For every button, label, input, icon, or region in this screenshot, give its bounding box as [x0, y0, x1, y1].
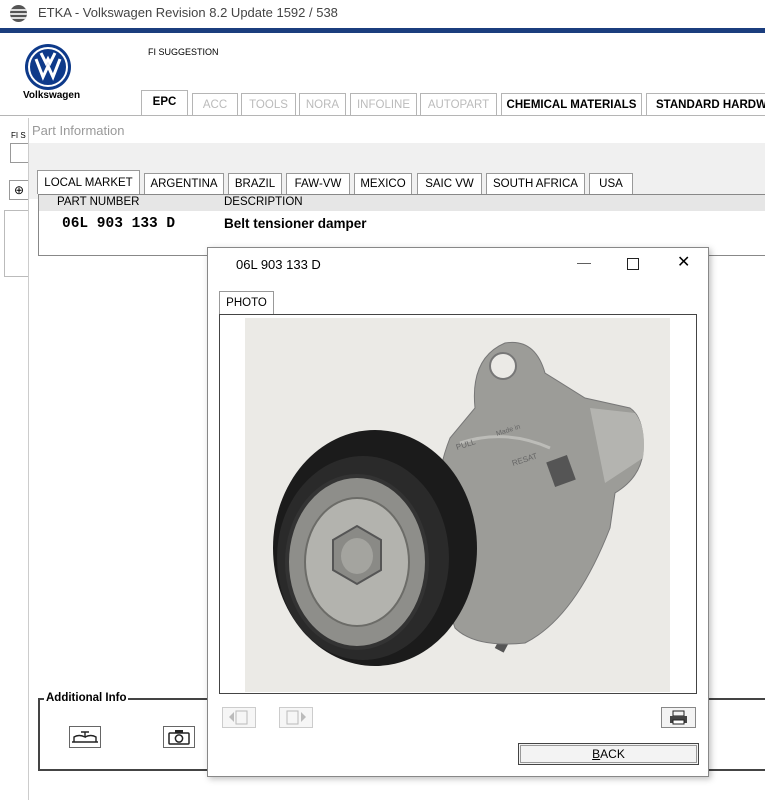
brand-label: Volkswagen	[23, 90, 81, 101]
tab-faw-vw[interactable]: FAW-VW	[286, 173, 350, 194]
print-button[interactable]	[661, 707, 696, 728]
tab-mexico[interactable]: MEXICO	[354, 173, 412, 194]
back-accelerator-letter: B	[592, 747, 601, 761]
description-cell[interactable]: Belt tensioner damper	[224, 216, 367, 231]
tab-standard-hardware[interactable]: STANDARD HARDWAR	[646, 93, 765, 115]
maximize-icon[interactable]	[627, 258, 639, 270]
part-photo: PULL Made in RESAT	[245, 318, 670, 692]
tab-usa[interactable]: USA	[589, 173, 633, 194]
tab-divider	[0, 115, 765, 116]
dialog-title: 06L 903 133 D	[236, 257, 321, 272]
minimize-icon[interactable]: —	[577, 254, 591, 270]
column-header-description[interactable]: DESCRIPTION	[224, 196, 303, 208]
tab-tools[interactable]: TOOLS	[241, 93, 296, 115]
tab-acc[interactable]: ACC	[192, 93, 238, 115]
tab-infoline[interactable]: INFOLINE	[350, 93, 417, 115]
tab-photo[interactable]: PHOTO	[219, 291, 274, 314]
part-information-title: Part Information	[32, 123, 125, 138]
photo-button[interactable]	[163, 726, 195, 748]
fi-suggestion-label: FI SUGGESTION	[148, 47, 219, 57]
camera-icon	[168, 730, 190, 745]
previous-page-icon	[229, 710, 248, 725]
additional-info-label: Additional Info	[44, 692, 129, 704]
zoom-icon[interactable]: ⊕	[9, 180, 29, 200]
accent-bar	[0, 28, 765, 33]
tab-argentina[interactable]: ARGENTINA	[144, 173, 224, 194]
tab-south-africa[interactable]: SOUTH AFRICA	[486, 173, 585, 194]
etka-app-icon[interactable]	[10, 5, 27, 22]
tab-local-market[interactable]: LOCAL MARKET	[37, 170, 140, 194]
column-header-part-number[interactable]: PART NUMBER	[57, 196, 139, 208]
next-photo-button[interactable]	[279, 707, 313, 728]
close-icon[interactable]: ✕	[677, 252, 690, 272]
back-label-rest: ACK	[600, 747, 625, 761]
fi-search-label: FI S	[11, 131, 26, 140]
vw-logo-icon	[25, 44, 71, 90]
installation-info-button[interactable]	[69, 726, 101, 748]
side-panel	[4, 210, 30, 277]
tab-autopart[interactable]: AUTOPART	[420, 93, 497, 115]
window-title: ETKA - Volkswagen Revision 8.2 Update 15…	[38, 5, 338, 20]
tab-epc[interactable]: EPC	[141, 90, 188, 116]
back-button[interactable]: BACK	[518, 743, 699, 765]
installation-icon	[72, 731, 98, 743]
tab-nora[interactable]: NORA	[299, 93, 346, 115]
next-page-icon	[286, 710, 306, 725]
previous-photo-button[interactable]	[222, 707, 256, 728]
tab-chemical-materials[interactable]: CHEMICAL MATERIALS	[501, 93, 642, 115]
printer-icon	[670, 710, 687, 725]
table-header	[39, 195, 765, 211]
tab-brazil[interactable]: BRAZIL	[228, 173, 282, 194]
part-number-cell[interactable]: 06L 903 133 D	[62, 216, 175, 232]
tab-saic-vw[interactable]: SAIC VW	[417, 173, 482, 194]
